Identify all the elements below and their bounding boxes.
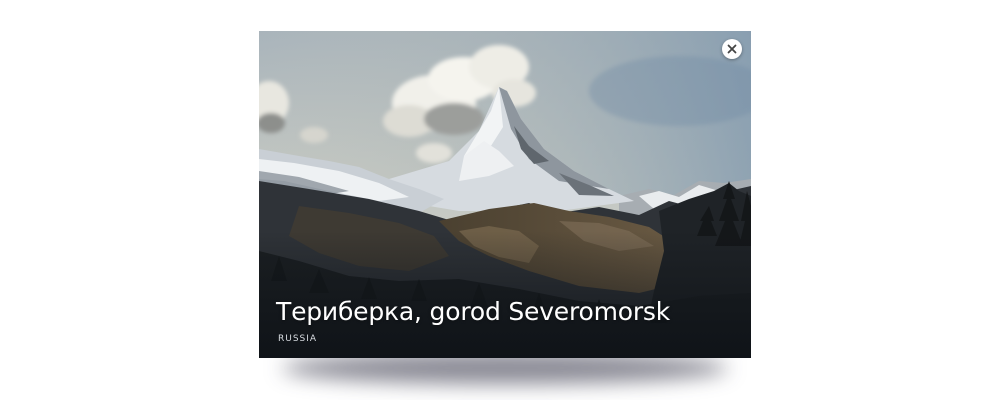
photo-card[interactable]: Териберка, gorod Severomorsk RUSSIA xyxy=(259,31,751,358)
close-button[interactable] xyxy=(722,39,742,59)
modal-stage: Териберка, gorod Severomorsk RUSSIA xyxy=(0,0,1000,400)
close-icon xyxy=(727,44,737,54)
photo-caption: Териберка, gorod Severomorsk RUSSIA xyxy=(276,297,739,344)
location-title: Териберка, gorod Severomorsk xyxy=(276,297,671,326)
country-label: RUSSIA xyxy=(278,334,318,344)
